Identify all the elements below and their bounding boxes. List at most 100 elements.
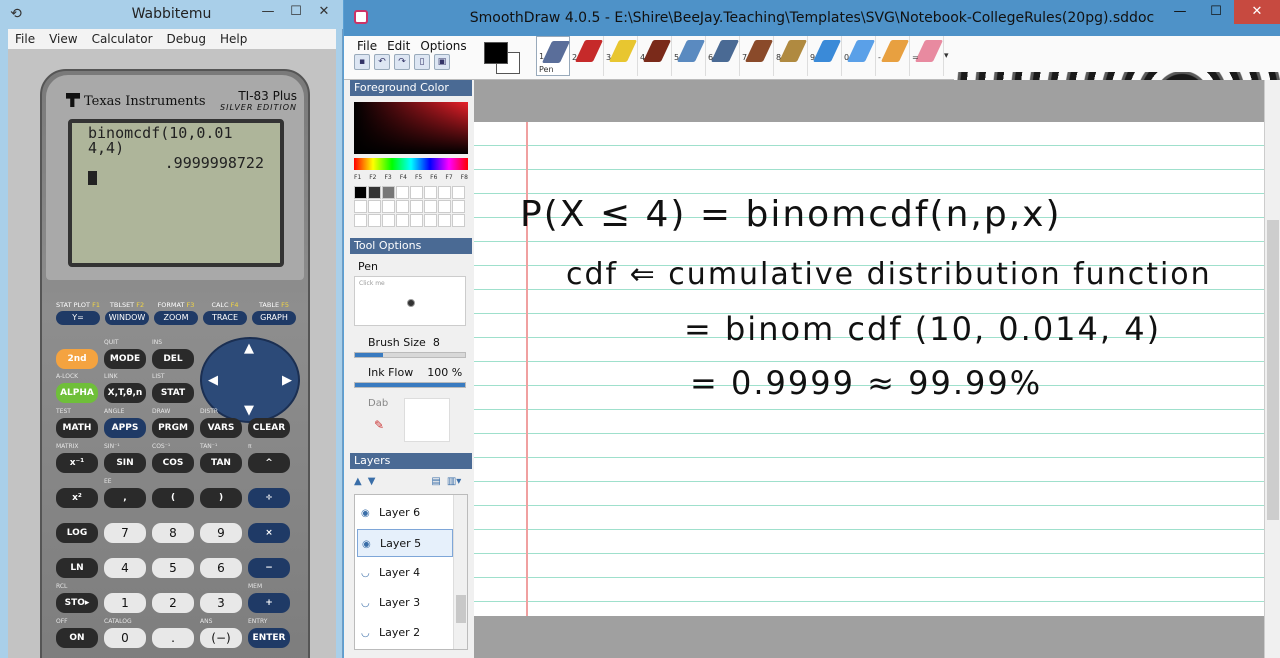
save-icon[interactable]: ▪ (354, 54, 370, 70)
arrow-right-icon[interactable]: ▶ (282, 373, 292, 388)
brush-tool-10[interactable]: 0 (842, 36, 876, 76)
palette-swatch[interactable] (424, 214, 437, 227)
palette-swatch[interactable] (424, 186, 437, 199)
layer-item[interactable]: ◉ Layer 6 (357, 499, 453, 527)
brush-tool-3[interactable]: 3 (604, 36, 638, 76)
eye-icon[interactable]: ◡ (361, 620, 373, 648)
key-multiply[interactable]: × (248, 523, 290, 543)
menu-view[interactable]: View (42, 29, 84, 49)
key-log[interactable]: LOG (56, 523, 98, 543)
brush-tool-9[interactable]: 9 (808, 36, 842, 76)
key-xton[interactable]: X,T,θ,n (104, 383, 146, 403)
foreground-color-swatch[interactable] (484, 42, 508, 64)
key-sto[interactable]: STO▸ (56, 593, 98, 613)
key-sin[interactable]: SIN (104, 453, 146, 473)
close-icon[interactable]: ✕ (311, 2, 337, 22)
arrow-down-icon[interactable]: ▼ (244, 403, 254, 418)
palette-swatch[interactable] (382, 214, 395, 227)
key-minus[interactable]: − (248, 558, 290, 578)
key-9[interactable]: 9 (200, 523, 242, 543)
maximize-icon[interactable]: ☐ (1198, 0, 1234, 24)
tool-options-header[interactable]: Tool Options (350, 238, 472, 254)
brush-preview[interactable]: Click me (354, 276, 466, 326)
arrow-up-icon[interactable]: ▲ (244, 341, 254, 356)
menu-help[interactable]: Help (213, 29, 254, 49)
key-1[interactable]: 1 (104, 593, 146, 613)
key-comma[interactable]: , (104, 488, 146, 508)
key-left-paren[interactable]: ( (152, 488, 194, 508)
key-divide[interactable]: ÷ (248, 488, 290, 508)
key-clear[interactable]: CLEAR (248, 418, 290, 438)
eye-icon[interactable]: ◉ (361, 500, 373, 528)
layer-item[interactable]: ◡ Layer 2 (357, 619, 453, 647)
palette-swatch[interactable] (354, 200, 367, 213)
foreground-color-header[interactable]: Foreground Color (350, 80, 472, 96)
brush-size-slider[interactable] (354, 352, 466, 358)
key-5[interactable]: 5 (152, 558, 194, 578)
key-6[interactable]: 6 (200, 558, 242, 578)
key-trace[interactable]: TRACE (203, 311, 247, 325)
key-inverse[interactable]: x⁻¹ (56, 453, 98, 473)
key-vars[interactable]: VARS (200, 418, 242, 438)
key-graph[interactable]: GRAPH (252, 311, 296, 325)
layer-item[interactable]: ◡ Layer 3 (357, 589, 453, 617)
menu-file[interactable]: File (352, 38, 382, 54)
color-swatch[interactable] (480, 38, 522, 76)
key-math[interactable]: MATH (56, 418, 98, 438)
maximize-icon[interactable]: ☐ (283, 2, 309, 22)
key-4[interactable]: 4 (104, 558, 146, 578)
key-2nd[interactable]: 2nd (56, 349, 98, 369)
key-plus[interactable]: + (248, 593, 290, 613)
palette-swatch[interactable] (452, 214, 465, 227)
brush-tool-7[interactable]: 7 (740, 36, 774, 76)
key-7[interactable]: 7 (104, 523, 146, 543)
redo-icon[interactable]: ↷ (394, 54, 410, 70)
key-2[interactable]: 2 (152, 593, 194, 613)
key-power[interactable]: ^ (248, 453, 290, 473)
palette-swatch[interactable] (396, 200, 409, 213)
key-on[interactable]: ON (56, 628, 98, 648)
palette-swatch[interactable] (396, 214, 409, 227)
menu-debug[interactable]: Debug (160, 29, 213, 49)
eye-icon[interactable]: ◡ (361, 560, 373, 588)
key-del[interactable]: DEL (152, 349, 194, 369)
palette-swatch[interactable] (368, 200, 381, 213)
key-mode[interactable]: MODE (104, 349, 146, 369)
key-right-paren[interactable]: ) (200, 488, 242, 508)
canvas-scrollbar[interactable] (1264, 80, 1280, 658)
tools-dropdown-icon[interactable]: ▾ (944, 36, 954, 76)
palette-swatch[interactable] (410, 200, 423, 213)
palette-swatch[interactable] (410, 186, 423, 199)
palette-swatch[interactable] (438, 214, 451, 227)
menu-calculator[interactable]: Calculator (85, 29, 160, 49)
hue-slider[interactable] (354, 158, 468, 170)
canvas-area[interactable]: P(X ≤ 4) = binomcdf(n,p,x) cdf ⇐ cumulat… (474, 80, 1264, 658)
brush-tool-12[interactable]: = (910, 36, 944, 76)
dab-preview[interactable] (404, 398, 450, 442)
layer-scrollbar[interactable] (453, 495, 467, 649)
key-0[interactable]: 0 (104, 628, 146, 648)
palette-swatch[interactable] (354, 214, 367, 227)
layers-header[interactable]: Layers (350, 453, 472, 469)
key-apps[interactable]: APPS (104, 418, 146, 438)
key-square[interactable]: x² (56, 488, 98, 508)
minimize-icon[interactable]: — (1162, 0, 1198, 24)
palette-swatch[interactable] (452, 200, 465, 213)
layer-down-icon[interactable]: ▼ (368, 476, 376, 487)
brush-tool-4[interactable]: 4 (638, 36, 672, 76)
key-alpha[interactable]: ALPHA (56, 383, 98, 403)
brush-tool-2[interactable]: 2 (570, 36, 604, 76)
menu-file[interactable]: File (8, 29, 42, 49)
key-ln[interactable]: LN (56, 558, 98, 578)
palette-swatch[interactable] (354, 186, 367, 199)
palette-swatch[interactable] (382, 186, 395, 199)
brush-tool-6[interactable]: 6 (706, 36, 740, 76)
layer-menu-icon[interactable]: ▥▾ (447, 476, 461, 487)
palette-swatch[interactable] (382, 200, 395, 213)
eye-icon[interactable]: ◡ (361, 590, 373, 618)
key-zoom[interactable]: ZOOM (154, 311, 198, 325)
layer-item-selected[interactable]: ◉ Layer 5 (357, 529, 453, 557)
palette-swatch[interactable] (368, 186, 381, 199)
palette-swatch[interactable] (396, 186, 409, 199)
color-gradient-picker[interactable] (354, 102, 468, 154)
